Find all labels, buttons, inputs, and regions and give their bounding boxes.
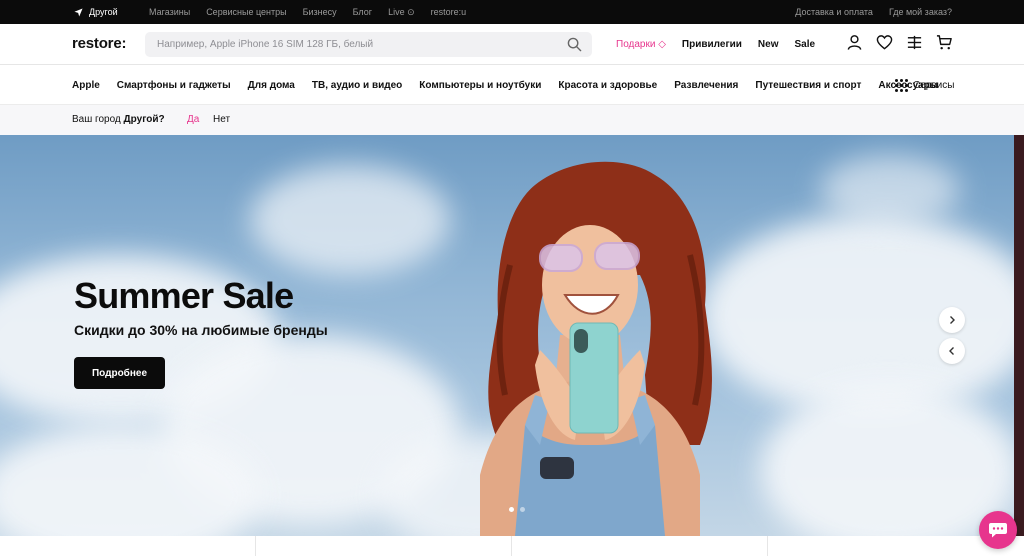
city-no-button[interactable]: Нет: [213, 114, 230, 125]
category-travel-sport[interactable]: Путешествия и спорт: [755, 80, 861, 91]
nav-gifts[interactable]: Подарки ◇: [616, 39, 666, 50]
city-yes-button[interactable]: Да: [187, 114, 199, 125]
model-photo: [480, 161, 712, 536]
category-apple[interactable]: Apple: [72, 80, 100, 91]
cart-icon[interactable]: [936, 34, 953, 51]
hero-title: Summer Sale: [74, 275, 294, 316]
user-icon[interactable]: [846, 34, 863, 51]
hero-subtitle: Скидки до 30% на любимые бренды: [74, 322, 328, 338]
heart-icon[interactable]: [876, 34, 893, 51]
compare-icon[interactable]: [906, 34, 923, 51]
nav-sale[interactable]: Sale: [794, 39, 815, 50]
link-live[interactable]: Live ⊙: [388, 7, 415, 18]
chevron-right-icon: [950, 316, 955, 324]
link-business[interactable]: Бизнесу: [303, 7, 337, 17]
category-home[interactable]: Для дома: [248, 80, 295, 91]
category-nav: Apple Смартфоны и гаджеты Для дома ТВ, а…: [0, 65, 1024, 105]
city-name: Другой: [89, 7, 118, 17]
grid-icon: [895, 78, 908, 92]
top-links: Магазины Сервисные центры Бизнесу Блог L…: [149, 0, 466, 24]
header: restore: Подарки ◇ Привилегии New Sale: [0, 24, 1024, 65]
nav-new[interactable]: New: [758, 39, 779, 50]
city-question-name: Другой?: [123, 114, 165, 125]
chat-icon: [989, 523, 1007, 538]
link-blog[interactable]: Блог: [353, 7, 372, 17]
top-right-links: Доставка и оплата Где мой заказ?: [795, 0, 952, 24]
city-confirm-bar: Ваш город Другой? Да Нет: [0, 105, 1024, 135]
city-question: Ваш город Другой?: [72, 114, 165, 125]
category-tv-audio[interactable]: ТВ, аудио и видео: [312, 80, 402, 91]
carousel-next-button[interactable]: [939, 307, 965, 333]
location-arrow-icon: [74, 7, 83, 17]
category-smartphones[interactable]: Смартфоны и гаджеты: [117, 80, 231, 91]
chevron-left-icon: [949, 347, 954, 355]
link-restore-u[interactable]: restore:u: [431, 7, 467, 17]
link-service-centers[interactable]: Сервисные центры: [206, 7, 286, 17]
link-stores[interactable]: Магазины: [149, 7, 190, 17]
category-entertainment[interactable]: Развлечения: [674, 80, 738, 91]
next-slide-edge: [1014, 135, 1024, 536]
carousel-dot-active[interactable]: [509, 507, 514, 512]
carousel-prev-button[interactable]: [939, 338, 965, 364]
search-icon[interactable]: [567, 37, 582, 52]
carousel-dot[interactable]: [520, 507, 525, 512]
top-bar: Другой Магазины Сервисные центры Бизнесу…: [0, 0, 1024, 24]
header-nav: Подарки ◇ Привилегии New Sale: [616, 24, 815, 64]
services-menu[interactable]: Сервисы: [895, 65, 954, 105]
nav-privileges[interactable]: Привилегии: [682, 39, 742, 50]
search-box: [145, 32, 592, 57]
hero-banner[interactable]: Summer Sale Скидки до 30% на любимые бре…: [0, 135, 1014, 536]
header-icons: [846, 34, 953, 54]
chat-button[interactable]: [979, 511, 1017, 549]
category-beauty[interactable]: Красота и здоровье: [558, 80, 657, 91]
logo[interactable]: restore:: [72, 35, 126, 52]
category-list: Apple Смартфоны и гаджеты Для дома ТВ, а…: [72, 65, 955, 105]
services-label: Сервисы: [913, 79, 955, 91]
link-delivery[interactable]: Доставка и оплата: [795, 7, 873, 17]
category-computers[interactable]: Компьютеры и ноутбуки: [419, 80, 541, 91]
city-selector[interactable]: Другой: [74, 0, 118, 24]
hero-more-button[interactable]: Подробнее: [74, 357, 165, 389]
link-order-status[interactable]: Где мой заказ?: [889, 7, 952, 17]
search-input[interactable]: [155, 32, 555, 57]
bottom-section: [0, 536, 1024, 556]
